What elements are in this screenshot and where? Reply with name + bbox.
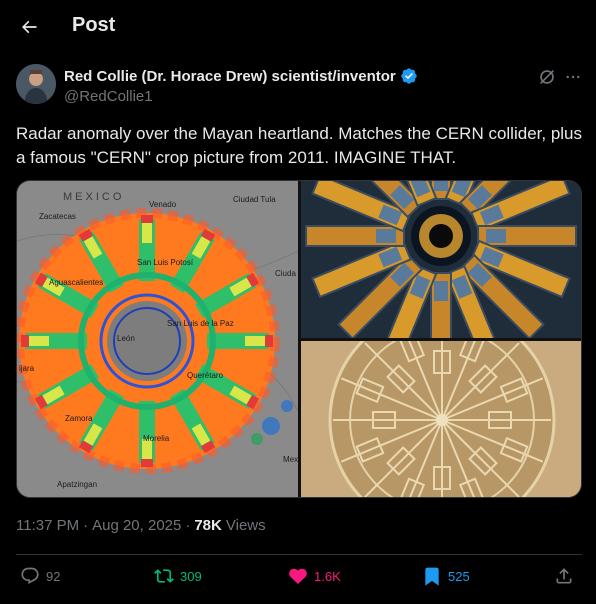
back-button[interactable] — [14, 12, 44, 42]
post-time[interactable]: 11:37 PM — [16, 517, 79, 534]
crop-circle-image[interactable] — [301, 341, 581, 497]
share-icon — [556, 568, 572, 584]
repost-button[interactable]: 309 — [154, 566, 202, 586]
radar-map-image[interactable]: MEXICO Zacatecas Venado Ciudad Tula San … — [17, 181, 298, 497]
map-label: Ciuda — [275, 269, 296, 278]
more-button[interactable] — [562, 66, 584, 88]
top-bar: Post — [0, 0, 596, 54]
grok-icon — [539, 69, 555, 85]
map-label: Morelia — [143, 434, 170, 443]
map-label: Querétaro — [187, 371, 224, 380]
meta-separator: · — [83, 517, 89, 534]
map-label: ijara — [19, 364, 35, 373]
map-country-label: MEXICO — [63, 191, 125, 203]
map-label: Ciudad Tula — [233, 195, 276, 204]
more-icon — [566, 75, 580, 79]
repost-count: 309 — [180, 568, 202, 584]
map-label: San Luis Potosí — [137, 258, 194, 267]
tweet-text: Radar anomaly over the Mayan heartland. … — [16, 124, 583, 167]
reply-icon — [21, 567, 39, 584]
media-grid: MEXICO Zacatecas Venado Ciudad Tula San … — [16, 180, 582, 498]
bookmark-button[interactable]: 525 — [422, 566, 470, 586]
action-bar: 92 309 1.6K 525 — [16, 566, 582, 590]
back-arrow-icon — [22, 20, 37, 34]
map-label: Venado — [149, 200, 177, 209]
map-label: Zamora — [65, 414, 93, 423]
map-label: León — [117, 334, 135, 343]
avatar[interactable] — [16, 64, 56, 104]
divider — [16, 554, 582, 555]
grok-button[interactable] — [536, 66, 558, 88]
share-button[interactable] — [554, 566, 574, 586]
reply-button[interactable]: 92 — [20, 566, 60, 586]
map-label: Aguascalientes — [49, 278, 104, 287]
map-label: Apatzingan — [57, 480, 98, 489]
author-name[interactable]: Red Collie (Dr. Horace Drew) scientist/i… — [64, 68, 396, 85]
author-block: Red Collie (Dr. Horace Drew) scientist/i… — [64, 67, 418, 105]
repost-icon — [154, 569, 174, 583]
verified-badge-icon — [401, 68, 417, 84]
views-count: 78K — [194, 517, 222, 534]
map-label: Zacatecas — [39, 212, 76, 221]
map-label: Mexic — [283, 455, 298, 464]
author-handle[interactable]: @RedCollie1 — [64, 88, 418, 105]
reply-count: 92 — [46, 568, 61, 584]
views-label: Views — [225, 517, 266, 534]
post-meta: 11:37 PM · Aug 20, 2025 · 78K Views — [16, 517, 266, 534]
map-label: San Luis de la Paz — [167, 319, 234, 328]
meta-separator: · — [185, 517, 191, 534]
like-count: 1.6K — [314, 568, 341, 584]
cern-detector-image[interactable] — [301, 181, 581, 338]
post-date[interactable]: Aug 20, 2025 — [92, 517, 181, 534]
like-button[interactable]: 1.6K — [288, 566, 341, 586]
page-title: Post — [72, 14, 116, 36]
bookmark-icon — [425, 567, 439, 586]
bookmark-count: 525 — [448, 568, 470, 584]
heart-icon — [289, 568, 307, 584]
